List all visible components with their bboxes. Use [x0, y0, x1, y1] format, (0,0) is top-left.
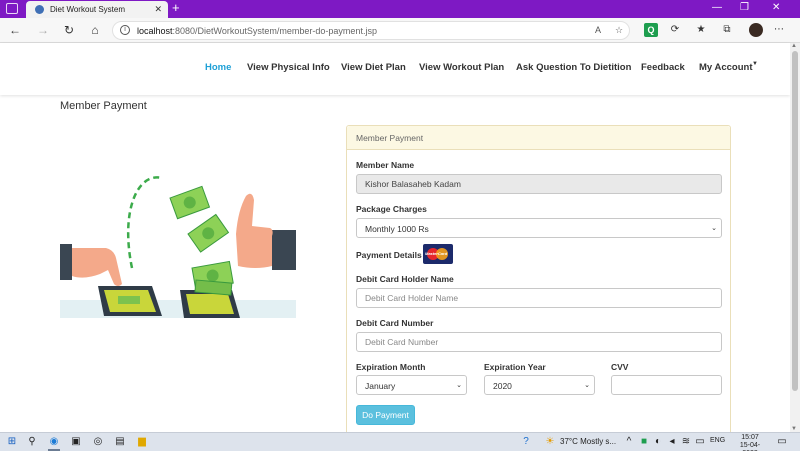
- new-tab-icon[interactable]: +: [172, 1, 180, 15]
- expiration-month-label: Expiration Month: [356, 362, 426, 372]
- notifications-icon[interactable]: ▭: [776, 436, 788, 448]
- nav-ask-question[interactable]: Ask Question To Dietition: [516, 62, 631, 73]
- chevron-down-icon: ⌄: [711, 225, 717, 232]
- site-info-icon[interactable]: i: [120, 25, 130, 35]
- clock-time: 15:07: [741, 434, 759, 441]
- clock-date: 15-04-2022: [739, 442, 761, 451]
- browser-tab[interactable]: Diet Workout System ✕: [26, 1, 168, 18]
- tab-title: Diet Workout System: [50, 5, 125, 14]
- package-charges-select[interactable]: Monthly 1000 Rs ⌄: [356, 218, 722, 238]
- chevron-down-icon: ⌄: [584, 382, 590, 389]
- nav-home[interactable]: Home: [205, 62, 231, 73]
- windows-taskbar: ⊞ ⚲ ◉ ▣ ◎ ▤ ▆ ? ☀ 37°C Mostly s... ^ ■ ◐…: [0, 432, 800, 451]
- card-holder-input[interactable]: [356, 288, 722, 308]
- refresh-extension-icon[interactable]: ⟳: [668, 23, 682, 37]
- cvv-label: CVV: [611, 362, 629, 372]
- terminal-icon[interactable]: ▣: [70, 436, 82, 448]
- wifi-icon[interactable]: ≋: [680, 436, 692, 448]
- network-icon[interactable]: ◐: [652, 436, 664, 448]
- mastercard-text: MasterCard: [425, 251, 448, 256]
- member-name-label: Member Name: [356, 160, 415, 170]
- minimize-icon[interactable]: —: [712, 2, 722, 14]
- weather-text[interactable]: 37°C Mostly s...: [560, 437, 616, 446]
- chevron-down-icon: ⌄: [456, 382, 462, 389]
- reload-icon[interactable]: ↻: [62, 23, 76, 37]
- battery-icon[interactable]: ▭: [694, 436, 706, 448]
- search-icon[interactable]: ⚲: [26, 436, 38, 448]
- app-navbar: Home View Physical Info View Diet Plan V…: [0, 43, 790, 95]
- language-indicator[interactable]: ENG: [710, 437, 725, 444]
- collections-icon[interactable]: ⧉: [720, 23, 734, 37]
- close-window-icon[interactable]: ✕: [772, 2, 780, 14]
- app-icon[interactable]: ◎: [92, 436, 104, 448]
- expiration-year-label: Expiration Year: [484, 362, 546, 372]
- read-aloud-icon[interactable]: A: [595, 25, 601, 35]
- url-field[interactable]: i localhost:8080/DietWorkoutSystem/membe…: [112, 21, 630, 40]
- cvv-input[interactable]: [611, 375, 722, 395]
- nav-view-physical-info[interactable]: View Physical Info: [247, 62, 330, 73]
- tab-actions-icon[interactable]: [6, 3, 18, 14]
- file-explorer-icon[interactable]: ▆: [136, 436, 148, 448]
- url-text: localhost:8080/DietWorkoutSystem/member-…: [137, 26, 377, 36]
- edge-browser-icon[interactable]: ◉: [48, 436, 60, 448]
- do-payment-button[interactable]: Do Payment: [356, 405, 415, 425]
- panel-heading: Member Payment: [347, 126, 730, 150]
- favorites-icon[interactable]: ★: [694, 23, 708, 37]
- address-bar: ← → ↻ ⌂ i localhost:8080/DietWorkoutSyst…: [0, 18, 800, 43]
- maximize-icon[interactable]: ❐: [740, 2, 749, 14]
- weather-icon: ☀: [545, 436, 555, 447]
- page-title: Member Payment: [60, 100, 147, 112]
- nav-my-account[interactable]: My Account: [699, 62, 752, 73]
- windows-start-icon[interactable]: ⊞: [6, 436, 18, 448]
- scroll-thumb[interactable]: [792, 51, 798, 391]
- nav-feedback[interactable]: Feedback: [641, 62, 685, 73]
- expiration-year-select[interactable]: 2020 ⌄: [484, 375, 595, 395]
- system-clock[interactable]: 15:07 15-04-2022: [733, 434, 767, 451]
- site-favicon-icon: [35, 5, 44, 14]
- package-charges-label: Package Charges: [356, 204, 427, 214]
- payment-illustration: [60, 176, 296, 318]
- dropdown-caret-icon: ▼: [752, 61, 758, 67]
- card-number-label: Debit Card Number: [356, 318, 434, 328]
- payment-details-label: Payment Details: [356, 250, 422, 260]
- chevron-up-icon[interactable]: ^: [623, 436, 635, 448]
- nav-view-workout-plan[interactable]: View Workout Plan: [419, 62, 504, 73]
- extension-icon[interactable]: Q: [644, 23, 658, 37]
- card-holder-label: Debit Card Holder Name: [356, 274, 454, 284]
- home-icon[interactable]: ⌂: [88, 23, 102, 37]
- browser-tab-bar: Diet Workout System ✕ + — ❐ ✕: [0, 0, 800, 18]
- nav-view-diet-plan[interactable]: View Diet Plan: [341, 62, 406, 73]
- back-icon[interactable]: ←: [8, 23, 22, 37]
- package-charges-value: Monthly 1000 Rs: [365, 224, 429, 234]
- console-icon[interactable]: ▤: [114, 436, 126, 448]
- favorite-star-icon[interactable]: ☆: [615, 25, 623, 36]
- payment-panel: Member Payment Member Name Package Charg…: [346, 125, 731, 437]
- card-number-input[interactable]: [356, 332, 722, 352]
- expiration-year-value: 2020: [493, 381, 512, 391]
- more-menu-icon[interactable]: ⋯: [772, 23, 786, 37]
- page-scrollbar[interactable]: ▲ ▼: [790, 43, 800, 432]
- mastercard-logo: MasterCard: [423, 244, 453, 264]
- volume-icon[interactable]: ◂: [666, 436, 678, 448]
- expiration-month-select[interactable]: January ⌄: [356, 375, 467, 395]
- tray-app-icon[interactable]: ■: [638, 436, 650, 448]
- tab-close-icon[interactable]: ✕: [154, 4, 162, 15]
- profile-avatar[interactable]: [749, 23, 763, 37]
- scroll-up-icon[interactable]: ▲: [791, 43, 797, 49]
- member-name-field[interactable]: [356, 174, 722, 194]
- help-icon[interactable]: ?: [520, 436, 532, 448]
- forward-icon[interactable]: →: [36, 23, 50, 37]
- expiration-month-value: January: [365, 381, 396, 391]
